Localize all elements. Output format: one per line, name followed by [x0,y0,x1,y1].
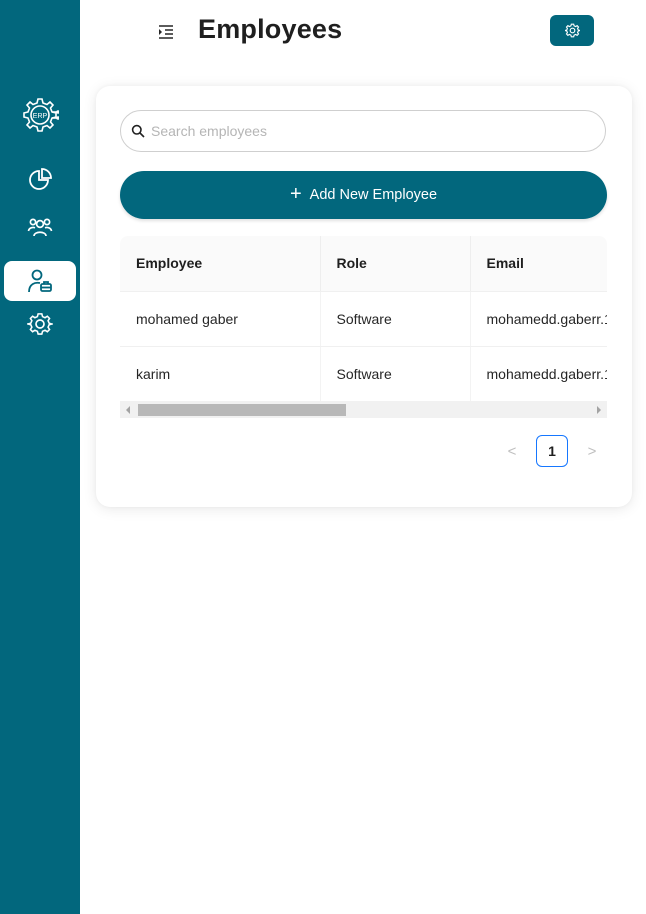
table-row[interactable]: karim Software mohamedd.gaberr.1 [120,346,607,402]
table-header-row: Employee Role Email [120,236,607,292]
gear-icon [27,313,53,335]
svg-text:ERP: ERP [33,113,48,120]
next-page-button[interactable]: > [576,435,608,467]
topbar: Employees [80,0,646,64]
page-title: Employees [198,14,343,44]
employees-card: + Add New Employee Employee Role Email m… [96,86,632,507]
gear-icon [564,23,580,38]
column-header-employee[interactable]: Employee [120,236,321,292]
add-employee-button[interactable]: + Add New Employee [120,171,607,219]
scroll-right-arrow[interactable] [597,406,601,414]
horizontal-scrollbar[interactable] [120,401,607,418]
indent-menu-icon [159,25,173,39]
cell-role: Software [320,346,471,402]
erp-logo[interactable]: ERP [21,95,60,137]
pie-chart-icon [29,168,52,190]
previous-page-button[interactable]: < [496,435,528,467]
user-briefcase-icon [28,269,52,293]
users-icon [27,218,53,237]
add-employee-label: Add New Employee [309,187,438,203]
search-icon [131,124,145,138]
table-row[interactable]: mohamed gaber Software mohamedd.gaberr.1 [120,291,607,347]
column-header-email[interactable]: Email [470,236,607,292]
employees-table-container: Employee Role Email mohamed gaber Softwa… [120,236,607,419]
plus-icon: + [289,183,302,205]
nav-teams[interactable] [4,208,76,248]
settings-button[interactable] [550,15,594,46]
cell-email: mohamedd.gaberr.1 [470,346,607,402]
scrollbar-thumb[interactable] [138,404,346,416]
nav-dashboard[interactable] [4,160,76,200]
sidebar: ERP [0,0,80,914]
cell-employee: karim [120,346,321,402]
search-box[interactable] [120,110,606,152]
cell-email: mohamedd.gaberr.1 [470,291,607,347]
column-header-role[interactable]: Role [320,236,471,292]
search-input[interactable] [151,123,571,139]
nav-settings[interactable] [4,304,76,344]
page-number-current[interactable]: 1 [536,435,568,467]
menu-toggle-button[interactable] [156,22,176,42]
scroll-left-arrow[interactable] [126,406,130,414]
cell-employee: mohamed gaber [120,291,321,347]
employees-table: Employee Role Email mohamed gaber Softwa… [120,236,607,402]
nav-employees[interactable] [4,261,76,301]
cell-role: Software [320,291,471,347]
